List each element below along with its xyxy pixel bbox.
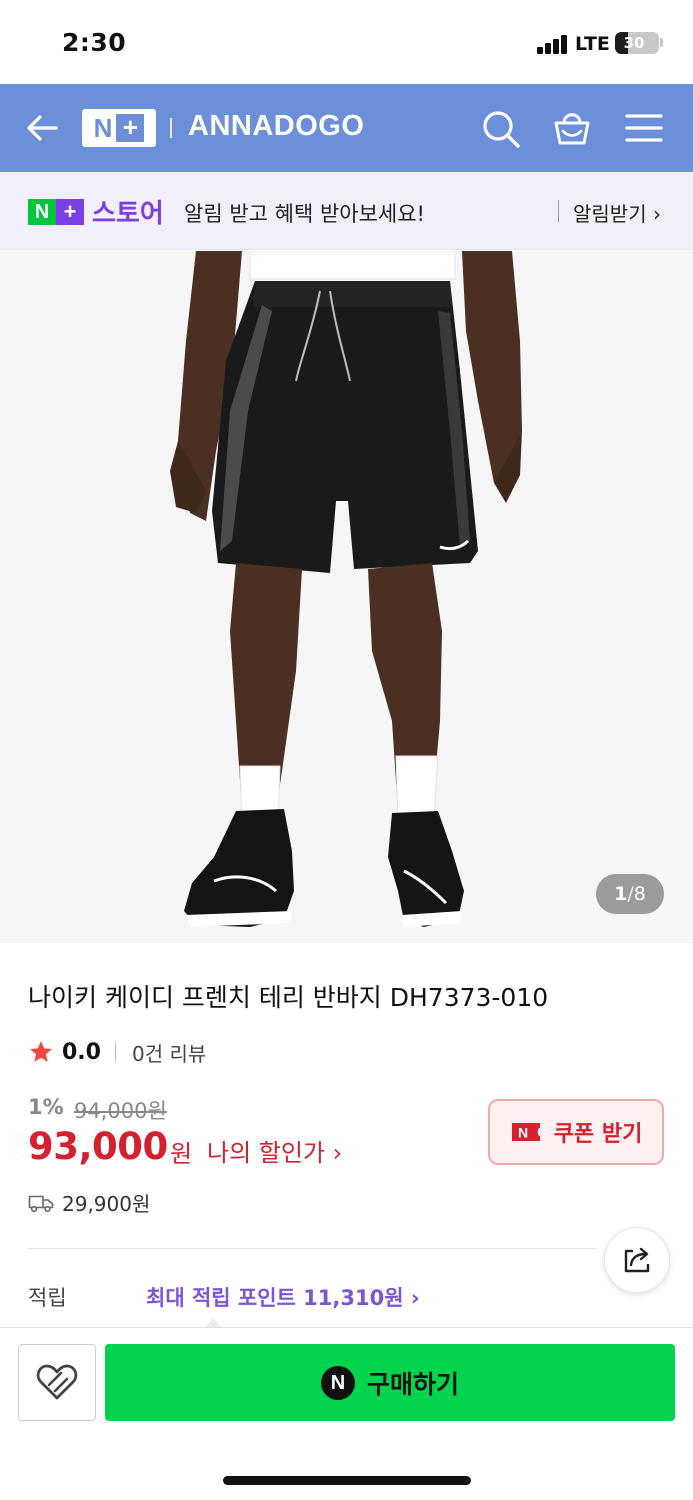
delivery-truck-icon — [28, 1195, 54, 1212]
points-tooltip-pointer — [205, 1318, 221, 1327]
nplus-logo[interactable]: N + — [82, 109, 156, 147]
heart-icon — [36, 1364, 78, 1399]
promo-message: 알림 받고 혜택 받아보세요! — [184, 202, 425, 226]
buy-button[interactable]: N 구매하기 — [105, 1344, 675, 1421]
battery-cap — [660, 38, 663, 47]
product-image[interactable] — [0, 251, 693, 943]
rating-separator — [114, 1042, 116, 1062]
naver-pay-icon: N — [320, 1365, 355, 1400]
search-icon[interactable] — [480, 108, 522, 150]
share-button[interactable] — [604, 1227, 670, 1293]
image-current-index: 1 — [614, 883, 628, 905]
promo-separator — [558, 200, 559, 222]
store-name[interactable]: ANNADOGO — [188, 110, 364, 143]
image-total-count: 8 — [633, 883, 646, 905]
review-count-link[interactable]: 0건 리뷰 — [132, 1038, 206, 1067]
promo-logo-plus: + — [56, 199, 84, 225]
svg-text:N: N — [518, 1125, 528, 1141]
discount-rate: 1% — [28, 1095, 64, 1119]
my-discount-price-link[interactable]: 나의 할인가 › — [207, 1133, 342, 1168]
points-label: 적립 — [28, 1286, 67, 1310]
signal-icon — [537, 34, 569, 54]
coupon-icon: N — [511, 1123, 540, 1141]
price-currency: 원 — [170, 1140, 193, 1168]
coupon-label: 쿠폰 받기 — [553, 1122, 643, 1147]
status-bar: 2:30 LTE 30 — [0, 0, 693, 84]
star-icon — [30, 1041, 52, 1062]
delivery-fee: 29,900원 — [62, 1192, 151, 1216]
rating-row[interactable]: 0.0 0건 리뷰 — [28, 1038, 206, 1066]
hamburger-menu-icon[interactable] — [624, 111, 664, 145]
nav-divider — [170, 118, 172, 138]
nplus-store-logo: N + — [28, 199, 84, 225]
original-price: 94,000원 — [74, 1099, 167, 1123]
promo-logo-n: N — [28, 199, 56, 225]
network-label: LTE — [575, 33, 610, 55]
nplus-logo-n: N — [93, 112, 113, 143]
rating-score: 0.0 — [62, 1039, 101, 1065]
back-arrow-icon[interactable] — [22, 108, 62, 148]
top-nav: N + ANNADOGO — [0, 84, 693, 172]
image-page-indicator: 1/8 — [596, 874, 664, 914]
notification-promo-banner[interactable]: N + 스토어 알림 받고 혜택 받아보세요! 알림받기 › — [0, 172, 693, 250]
sale-price: 93,000 — [28, 1125, 168, 1168]
delivery-fee-row: 29,900원 — [28, 1188, 150, 1217]
share-icon — [624, 1247, 650, 1273]
home-indicator[interactable] — [223, 1476, 471, 1485]
max-points-link[interactable]: 최대 적립 포인트 11,310원 › — [146, 1282, 420, 1312]
product-photo-illustration — [0, 251, 693, 943]
buy-label: 구매하기 — [366, 1369, 459, 1399]
status-time: 2:30 — [62, 28, 127, 57]
promo-store-label: 스토어 — [92, 199, 164, 229]
battery-level: 30 — [623, 34, 645, 52]
product-title: 나이키 케이디 프렌치 테리 반바지 DH7373-010 — [28, 983, 549, 1012]
subscribe-alerts-button[interactable]: 알림받기 › — [573, 198, 661, 227]
shopping-basket-icon[interactable] — [551, 106, 593, 148]
coupon-button[interactable]: N 쿠폰 받기 — [488, 1099, 664, 1165]
nplus-logo-plus: + — [116, 114, 145, 142]
section-divider — [28, 1248, 596, 1249]
image-index-separator: / — [627, 883, 634, 905]
wishlist-button[interactable] — [18, 1344, 96, 1421]
battery-icon: 30 — [615, 32, 659, 54]
